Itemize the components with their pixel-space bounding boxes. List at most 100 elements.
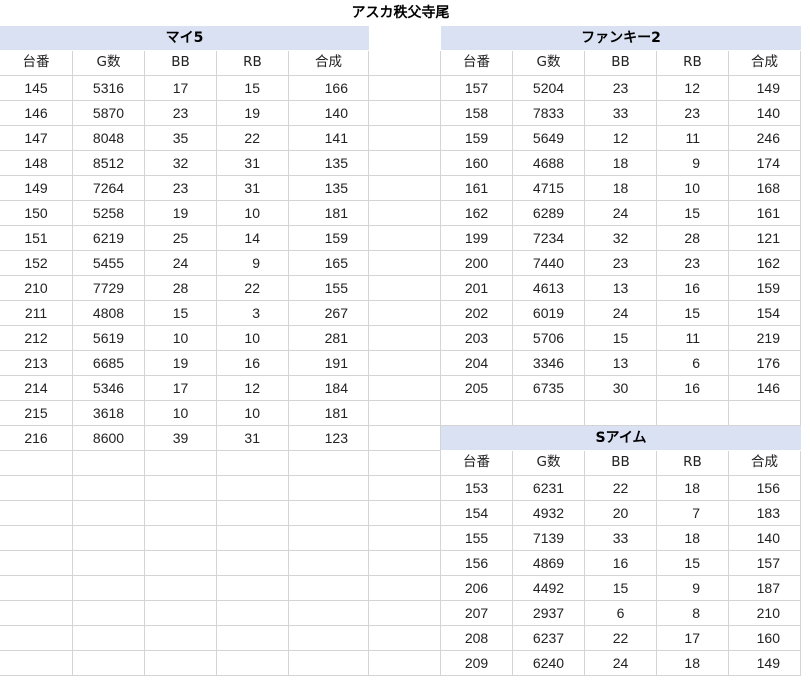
table-cell[interactable]: 9 bbox=[217, 251, 289, 276]
table-cell[interactable]: 12 bbox=[217, 376, 289, 401]
table-cell[interactable]: 23 bbox=[585, 76, 657, 101]
table-cell[interactable]: 22 bbox=[585, 476, 657, 501]
table-cell[interactable]: 4492 bbox=[513, 576, 585, 601]
left-empty-cell[interactable] bbox=[289, 476, 369, 501]
gap-empty-cell[interactable] bbox=[369, 301, 441, 326]
table-cell[interactable]: 4808 bbox=[73, 301, 145, 326]
table-cell[interactable]: 8600 bbox=[73, 426, 145, 451]
table-cell[interactable]: 19 bbox=[145, 351, 217, 376]
table-cell[interactable]: 18 bbox=[657, 526, 729, 551]
gap-empty-cell[interactable] bbox=[369, 451, 441, 476]
table-cell[interactable]: 121 bbox=[729, 226, 801, 251]
table-cell[interactable]: 10 bbox=[217, 326, 289, 351]
table-cell[interactable]: 7729 bbox=[73, 276, 145, 301]
table-cell[interactable]: 168 bbox=[729, 176, 801, 201]
table-cell[interactable]: 13 bbox=[585, 276, 657, 301]
table-cell[interactable]: 24 bbox=[145, 251, 217, 276]
table-cell[interactable]: 15 bbox=[657, 301, 729, 326]
left-empty-cell[interactable] bbox=[145, 501, 217, 526]
table-cell[interactable]: 15 bbox=[657, 551, 729, 576]
left-empty-cell[interactable] bbox=[217, 576, 289, 601]
right-empty-cell[interactable] bbox=[585, 401, 657, 426]
gap-empty-cell[interactable] bbox=[369, 551, 441, 576]
table-cell[interactable]: 145 bbox=[0, 76, 73, 101]
table-cell[interactable]: 23 bbox=[585, 251, 657, 276]
table-cell[interactable]: 28 bbox=[145, 276, 217, 301]
table-cell[interactable]: 8048 bbox=[73, 126, 145, 151]
table-cell[interactable]: 5346 bbox=[73, 376, 145, 401]
right-empty-cell[interactable] bbox=[657, 401, 729, 426]
gap-empty-cell[interactable] bbox=[369, 126, 441, 151]
gap-empty-cell[interactable] bbox=[369, 601, 441, 626]
table-cell[interactable]: 18 bbox=[657, 651, 729, 676]
left-empty-cell[interactable] bbox=[0, 476, 73, 501]
table-cell[interactable]: 210 bbox=[0, 276, 73, 301]
left-empty-cell[interactable] bbox=[289, 501, 369, 526]
table-cell[interactable]: 162 bbox=[441, 201, 513, 226]
table-cell[interactable]: 140 bbox=[729, 526, 801, 551]
table-cell[interactable]: 199 bbox=[441, 226, 513, 251]
table-cell[interactable]: 152 bbox=[0, 251, 73, 276]
table-cell[interactable]: 15 bbox=[585, 576, 657, 601]
table-cell[interactable]: 160 bbox=[729, 626, 801, 651]
gap-empty-cell[interactable] bbox=[369, 651, 441, 676]
table-cell[interactable]: 5870 bbox=[73, 101, 145, 126]
table-cell[interactable]: 8512 bbox=[73, 151, 145, 176]
table-cell[interactable]: 211 bbox=[0, 301, 73, 326]
table-cell[interactable]: 5204 bbox=[513, 76, 585, 101]
table-cell[interactable]: 150 bbox=[0, 201, 73, 226]
left-empty-cell[interactable] bbox=[217, 626, 289, 651]
table-cell[interactable]: 32 bbox=[585, 226, 657, 251]
table-cell[interactable]: 22 bbox=[217, 276, 289, 301]
gap-empty-cell[interactable] bbox=[369, 626, 441, 651]
left-empty-cell[interactable] bbox=[73, 626, 145, 651]
table-cell[interactable]: 4715 bbox=[513, 176, 585, 201]
table-cell[interactable]: 4869 bbox=[513, 551, 585, 576]
table-cell[interactable]: 31 bbox=[217, 426, 289, 451]
table-cell[interactable]: 32 bbox=[145, 151, 217, 176]
table-cell[interactable]: 207 bbox=[441, 601, 513, 626]
table-cell[interactable]: 209 bbox=[441, 651, 513, 676]
table-cell[interactable]: 20 bbox=[585, 501, 657, 526]
table-cell[interactable]: 200 bbox=[441, 251, 513, 276]
table-cell[interactable]: 135 bbox=[289, 151, 369, 176]
left-empty-cell[interactable] bbox=[73, 601, 145, 626]
table-cell[interactable]: 191 bbox=[289, 351, 369, 376]
table-cell[interactable]: 154 bbox=[729, 301, 801, 326]
table-cell[interactable]: 5619 bbox=[73, 326, 145, 351]
table-cell[interactable]: 205 bbox=[441, 376, 513, 401]
gap-empty-cell[interactable] bbox=[369, 526, 441, 551]
table-cell[interactable]: 219 bbox=[729, 326, 801, 351]
table-cell[interactable]: 18 bbox=[585, 176, 657, 201]
table-cell[interactable]: 159 bbox=[729, 276, 801, 301]
table-cell[interactable]: 35 bbox=[145, 126, 217, 151]
table-cell[interactable]: 22 bbox=[585, 626, 657, 651]
table-cell[interactable]: 5316 bbox=[73, 76, 145, 101]
left-empty-cell[interactable] bbox=[289, 551, 369, 576]
table-cell[interactable]: 6 bbox=[657, 351, 729, 376]
table-cell[interactable]: 203 bbox=[441, 326, 513, 351]
table-cell[interactable]: 215 bbox=[0, 401, 73, 426]
table-cell[interactable]: 28 bbox=[657, 226, 729, 251]
table-cell[interactable]: 13 bbox=[585, 351, 657, 376]
table-cell[interactable]: 6237 bbox=[513, 626, 585, 651]
table-cell[interactable]: 11 bbox=[657, 326, 729, 351]
table-cell[interactable]: 5455 bbox=[73, 251, 145, 276]
left-empty-cell[interactable] bbox=[73, 576, 145, 601]
table-cell[interactable]: 6685 bbox=[73, 351, 145, 376]
table-cell[interactable]: 5649 bbox=[513, 126, 585, 151]
table-cell[interactable]: 16 bbox=[217, 351, 289, 376]
table-cell[interactable]: 4613 bbox=[513, 276, 585, 301]
table-cell[interactable]: 4688 bbox=[513, 151, 585, 176]
right-empty-cell[interactable] bbox=[441, 401, 513, 426]
left-empty-cell[interactable] bbox=[145, 551, 217, 576]
table-cell[interactable]: 214 bbox=[0, 376, 73, 401]
table-cell[interactable]: 162 bbox=[729, 251, 801, 276]
table-cell[interactable]: 159 bbox=[289, 226, 369, 251]
table-cell[interactable]: 155 bbox=[441, 526, 513, 551]
table-cell[interactable]: 123 bbox=[289, 426, 369, 451]
table-cell[interactable]: 17 bbox=[657, 626, 729, 651]
table-cell[interactable]: 2937 bbox=[513, 601, 585, 626]
table-cell[interactable]: 7440 bbox=[513, 251, 585, 276]
table-cell[interactable]: 176 bbox=[729, 351, 801, 376]
